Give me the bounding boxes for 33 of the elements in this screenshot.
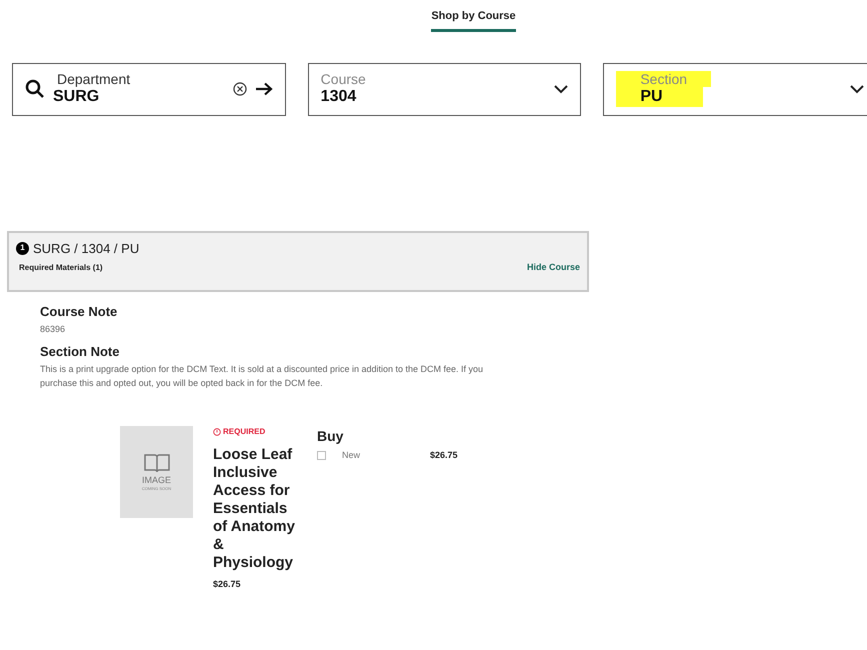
note-heading: Course Note <box>40 304 118 320</box>
select-field[interactable]: Course 1304 <box>308 62 582 116</box>
hide-course-link[interactable]: Hide Course <box>526 261 580 274</box>
field-label: Course <box>320 71 366 87</box>
required-label: REQUIRED <box>223 426 266 438</box>
note-heading: Section Note <box>40 344 120 360</box>
alert-icon <box>213 428 221 436</box>
arrow-right-icon[interactable] <box>254 82 273 96</box>
search-field[interactable]: Department SURG <box>12 62 286 116</box>
select-field[interactable]: Section PU <box>603 62 867 116</box>
option-price: $26.75 <box>430 448 458 462</box>
image-text: IMAGE <box>142 474 171 486</box>
chevron-down-icon <box>850 84 864 94</box>
clear-icon[interactable] <box>232 82 247 96</box>
search-icon <box>25 79 45 99</box>
buy-heading: Buy <box>317 426 344 446</box>
book-icon <box>142 452 170 474</box>
required-materials: Required Materials (1) <box>19 262 103 274</box>
field-value: SURG <box>53 87 100 107</box>
course-title: SURG / 1304 / PU <box>33 240 140 258</box>
product-title: Loose Leaf Inclusive Access for Essentials of Anatomy & Physiology <box>213 446 296 572</box>
chevron-down-icon <box>554 84 568 94</box>
product-price: $26.75 <box>213 578 242 590</box>
field-label: Section <box>616 71 712 87</box>
option-label: New <box>342 448 362 462</box>
field-value: PU <box>616 87 703 107</box>
course-number-badge: 1 <box>16 242 29 255</box>
field-label: Department <box>56 71 130 87</box>
shop-by-course-tab[interactable]: Shop by Course <box>431 8 516 32</box>
note-text: 86396 <box>40 322 66 336</box>
field-value: 1304 <box>320 87 356 107</box>
note-text: This is a print upgrade option for the DCM Text. It is sold at a discounted price in addition to the DCM fee. If you purchase this and opted out, you will be opted back in for the DCM fee. <box>40 362 484 390</box>
checkbox[interactable] <box>317 450 326 460</box>
